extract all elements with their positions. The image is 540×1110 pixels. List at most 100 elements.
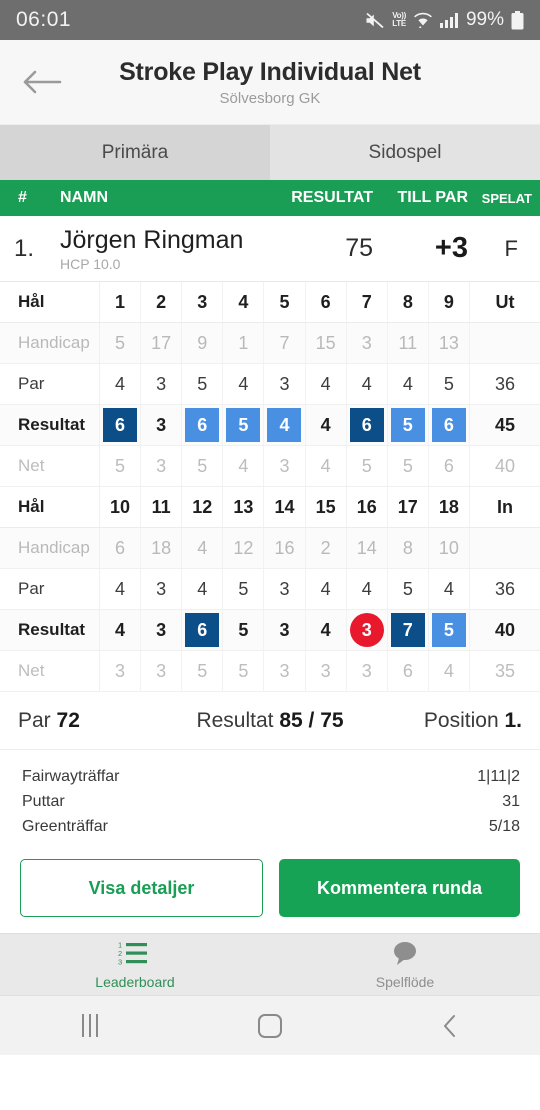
front-result-cell[interactable]: 6 [429, 405, 470, 445]
bottom-tab-leaderboard[interactable]: 1 2 3 Leaderboard [0, 934, 270, 995]
front-hole-label: Hål [0, 282, 100, 322]
bottom-tab-spelflode[interactable]: Spelflöde [270, 934, 540, 995]
home-button[interactable] [225, 996, 315, 1055]
front-par-total: 36 [494, 373, 515, 394]
player-result: 75 [345, 234, 373, 262]
back-handicap-cell: 12 [223, 528, 265, 568]
phone-screen: 06:01 Vo)) LTE 99% Stroke Play Individua… [0, 0, 540, 1110]
player-name: Jörgen Ringman [60, 225, 244, 254]
android-back-button[interactable] [405, 996, 495, 1055]
front-result-cell[interactable]: 4 [306, 405, 347, 445]
back-icon [444, 1014, 455, 1037]
column-header-name: NAMN [60, 189, 108, 206]
back-hole-cell: 12 [182, 487, 224, 527]
front-hole-total: Ut [495, 291, 515, 312]
back-result-cell[interactable]: 6 [182, 610, 224, 650]
front-result-cell[interactable]: 5 [223, 405, 265, 445]
front-hole-row: Hål 1 2 3 4 5 6 7 8 9 Ut [0, 282, 540, 323]
player-row[interactable]: 1. Jörgen Ringman HCP 10.0 75 +3 F [0, 216, 540, 282]
front-net-cell: 5 [347, 446, 388, 486]
front-net-cell: 3 [141, 446, 183, 486]
front-result-cell[interactable]: 6 [100, 405, 142, 445]
front-par-cell: 4 [306, 364, 347, 404]
back-par-cell: 5 [223, 569, 265, 609]
tab-bar: Primära Sidospel [0, 125, 540, 180]
front-handicap-cell: 9 [182, 323, 224, 363]
front-handicap-cell: 13 [429, 323, 470, 363]
back-par-cell: 3 [141, 569, 183, 609]
front-result-cell[interactable]: 5 [388, 405, 429, 445]
stat-key: Fairwayträffar [22, 768, 120, 785]
front-net-row: Net 5 3 5 4 3 4 5 5 6 40 [0, 446, 540, 487]
back-handicap-cell: 16 [264, 528, 306, 568]
mute-icon [365, 12, 385, 29]
front-par-cell: 4 [388, 364, 429, 404]
stat-key: Greenträffar [22, 818, 108, 835]
course-name: Sölvesborg GK [219, 89, 321, 107]
back-result-cell[interactable]: 3 [264, 610, 306, 650]
back-net-cell: 6 [388, 651, 429, 691]
front-net-total: 40 [494, 455, 515, 476]
back-result-label: Resultat [0, 610, 100, 650]
volte-icon: Vo)) LTE [392, 12, 406, 28]
scorecard: Hål 1 2 3 4 5 6 7 8 9 Ut Handicap 5 17 9 1 7 15 3 11 13 Par 4 3… [0, 282, 540, 692]
front-net-cell: 3 [264, 446, 306, 486]
summary-result-value: 85 / 75 [279, 708, 344, 732]
front-handicap-cell: 1 [223, 323, 265, 363]
back-result-cell[interactable]: 5 [223, 610, 265, 650]
battery-icon [511, 10, 524, 30]
front-result-cell[interactable]: 6 [182, 405, 224, 445]
front-result-cell[interactable]: 6 [347, 405, 388, 445]
score-marker-dblue: 6 [185, 613, 220, 647]
front-hole-cell: 7 [347, 282, 388, 322]
svg-text:3: 3 [118, 957, 122, 966]
front-hole-cell: 4 [223, 282, 265, 322]
summary-result-label: Resultat [196, 708, 274, 732]
front-result-cell[interactable]: 4 [264, 405, 306, 445]
stat-value: 31 [502, 793, 520, 810]
back-button[interactable] [22, 62, 70, 102]
back-hole-cell: 10 [100, 487, 142, 527]
front-net-cell: 5 [388, 446, 429, 486]
back-net-cell: 5 [182, 651, 224, 691]
back-par-cell: 3 [264, 569, 306, 609]
front-result-cell[interactable]: 3 [141, 405, 183, 445]
back-result-cell[interactable]: 7 [388, 610, 429, 650]
back-par-total: 36 [494, 578, 515, 599]
back-result-cell[interactable]: 4 [100, 610, 142, 650]
wifi-icon [413, 12, 433, 28]
back-net-row: Net 3 3 5 5 3 3 3 6 4 35 [0, 651, 540, 692]
back-par-cell: 5 [388, 569, 429, 609]
back-net-total: 35 [494, 660, 515, 681]
front-par-cell: 3 [264, 364, 306, 404]
status-bar-icons: Vo)) LTE 99% [365, 9, 524, 31]
front-par-cell: 3 [141, 364, 183, 404]
signal-icon [439, 12, 459, 28]
arrow-left-icon [23, 70, 62, 94]
back-net-label: Net [0, 651, 100, 691]
front-result-label: Resultat [0, 405, 100, 445]
stat-value: 5/18 [488, 818, 520, 835]
back-net-cell: 3 [141, 651, 183, 691]
volte-bottom-label: LTE [392, 19, 406, 28]
front-result-row: Resultat 6 3 6 5 4 4 6 5 6 45 [0, 405, 540, 446]
back-result-cell[interactable]: 3 [141, 610, 183, 650]
back-par-row: Par 4 3 4 5 3 4 4 5 4 36 [0, 569, 540, 610]
back-result-cell[interactable]: 3 [347, 610, 388, 650]
comment-round-button[interactable]: Kommentera runda [279, 859, 520, 917]
score-marker-lblue: 4 [267, 408, 302, 442]
front-handicap-cell: 17 [141, 323, 183, 363]
numbered-list-icon: 1 2 3 [118, 940, 152, 971]
back-hole-cell: 17 [388, 487, 429, 527]
front-net-cell: 4 [223, 446, 265, 486]
show-details-button[interactable]: Visa detaljer [20, 859, 263, 917]
back-hole-cell: 16 [347, 487, 388, 527]
recents-button[interactable] [45, 996, 135, 1055]
android-navigation-bar [0, 995, 540, 1055]
back-result-cell[interactable]: 4 [306, 610, 347, 650]
stat-line: Fairwayträffar 1|11|2 [22, 764, 520, 789]
tab-sidospel[interactable]: Sidospel [270, 125, 540, 180]
tab-primara[interactable]: Primära [0, 125, 270, 180]
front-par-cell: 4 [347, 364, 388, 404]
back-result-cell[interactable]: 5 [429, 610, 470, 650]
